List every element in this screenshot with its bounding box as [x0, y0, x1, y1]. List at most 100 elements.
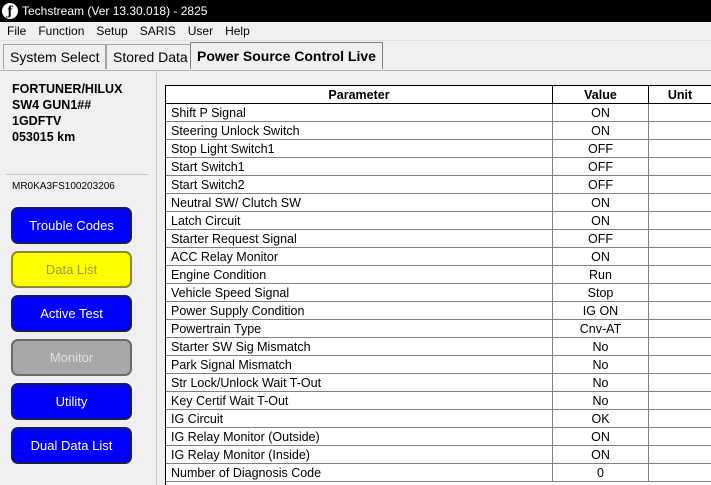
- unit-cell: [649, 374, 711, 392]
- active-test-button[interactable]: Active Test: [11, 295, 132, 332]
- title-bar: ƒ Techstream (Ver 13.30.018) - 2825: [0, 0, 711, 22]
- table-header: Parameter Value Unit: [166, 86, 711, 104]
- parameter-cell: Power Supply Condition: [166, 302, 553, 320]
- menu-user[interactable]: User: [181, 24, 218, 38]
- menu-setup[interactable]: Setup: [89, 24, 132, 38]
- unit-cell: [649, 392, 711, 410]
- table-row[interactable]: Start Switch2 OFF: [166, 176, 711, 194]
- parameter-cell: Powertrain Type: [166, 320, 553, 338]
- table-row[interactable]: IG Circuit OK: [166, 410, 711, 428]
- table-row[interactable]: Starter Request Signal OFF: [166, 230, 711, 248]
- value-cell: ON: [553, 248, 649, 266]
- parameter-cell: ACC Relay Monitor: [166, 248, 553, 266]
- parameter-cell: Starter Request Signal: [166, 230, 553, 248]
- parameter-cell: Engine Condition: [166, 266, 553, 284]
- monitor-button[interactable]: Monitor: [11, 339, 132, 376]
- window-title: Techstream (Ver 13.30.018) - 2825: [22, 4, 208, 18]
- vehicle-sidebar: FORTUNER/HILUX SW4 GUN1## 1GDFTV 053015 …: [0, 70, 157, 485]
- parameter-cell: Start Switch2: [166, 176, 553, 194]
- menu-bar: File Function Setup SARIS User Help: [0, 22, 711, 41]
- table-row[interactable]: Shift P Signal ON: [166, 104, 711, 122]
- table-row[interactable]: Steering Unlock Switch ON: [166, 122, 711, 140]
- table-row[interactable]: Key Certif Wait T-Out No: [166, 392, 711, 410]
- vehicle-info: FORTUNER/HILUX SW4 GUN1## 1GDFTV 053015 …: [12, 81, 122, 145]
- value-cell: Cnv-AT: [553, 320, 649, 338]
- parameter-cell: Vehicle Speed Signal: [166, 284, 553, 302]
- table-row[interactable]: Park Signal Mismatch No: [166, 356, 711, 374]
- tab-stored-data[interactable]: Stored Data: [106, 44, 195, 69]
- unit-cell: [649, 194, 711, 212]
- vehicle-engine: 1GDFTV: [12, 114, 62, 128]
- value-cell: Run: [553, 266, 649, 284]
- table-row[interactable]: Vehicle Speed Signal Stop: [166, 284, 711, 302]
- tab-bar: System Select Stored Data Power Source C…: [0, 41, 711, 70]
- unit-cell: [649, 446, 711, 464]
- unit-cell: [649, 284, 711, 302]
- tab-system-select[interactable]: System Select: [3, 44, 107, 69]
- table-row[interactable]: Power Supply Condition IG ON: [166, 302, 711, 320]
- vehicle-model-line1: FORTUNER/HILUX: [12, 82, 123, 96]
- column-header-value[interactable]: Value: [553, 86, 649, 104]
- value-cell: Stop: [553, 284, 649, 302]
- unit-cell: [649, 266, 711, 284]
- table-row[interactable]: Number of Diagnosis Code 0: [166, 464, 711, 482]
- value-cell: ON: [553, 428, 649, 446]
- parameter-cell: Shift P Signal: [166, 104, 553, 122]
- column-header-parameter[interactable]: Parameter: [166, 86, 553, 104]
- vehicle-model-line2: SW4 GUN1##: [12, 98, 92, 112]
- parameter-cell: IG Relay Monitor (Inside): [166, 446, 553, 464]
- column-header-unit[interactable]: Unit: [649, 86, 711, 104]
- table-row[interactable]: Start Switch1 OFF: [166, 158, 711, 176]
- value-cell: ON: [553, 122, 649, 140]
- table-row[interactable]: IG Relay Monitor (Outside) ON: [166, 428, 711, 446]
- value-cell: ON: [553, 212, 649, 230]
- menu-function[interactable]: Function: [31, 24, 89, 38]
- table-row[interactable]: Starter SW Sig Mismatch No: [166, 338, 711, 356]
- parameter-cell: Stop Light Switch1: [166, 140, 553, 158]
- menu-file[interactable]: File: [0, 24, 31, 38]
- value-cell: No: [553, 338, 649, 356]
- parameter-cell: Steering Unlock Switch: [166, 122, 553, 140]
- unit-cell: [649, 104, 711, 122]
- parameter-cell: Str Lock/Unlock Wait T-Out: [166, 374, 553, 392]
- utility-button[interactable]: Utility: [11, 383, 132, 420]
- table-row[interactable]: Powertrain Type Cnv-AT: [166, 320, 711, 338]
- menu-saris[interactable]: SARIS: [133, 24, 181, 38]
- value-cell: OFF: [553, 140, 649, 158]
- table-row[interactable]: Latch Circuit ON: [166, 212, 711, 230]
- divider: [6, 174, 148, 175]
- unit-cell: [649, 410, 711, 428]
- value-cell: OFF: [553, 230, 649, 248]
- dual-data-list-button[interactable]: Dual Data List: [11, 427, 132, 464]
- vehicle-odometer: 053015 km: [12, 130, 76, 144]
- vehicle-vin: MR0KA3FS100203206: [12, 181, 115, 192]
- unit-cell: [649, 428, 711, 446]
- table-row[interactable]: Str Lock/Unlock Wait T-Out No: [166, 374, 711, 392]
- value-cell: OFF: [553, 176, 649, 194]
- table-row[interactable]: Engine Condition Run: [166, 266, 711, 284]
- value-cell: ON: [553, 446, 649, 464]
- unit-cell: [649, 320, 711, 338]
- tab-power-source-control-live[interactable]: Power Source Control Live: [190, 42, 383, 69]
- unit-cell: [649, 176, 711, 194]
- unit-cell: [649, 230, 711, 248]
- value-cell: ON: [553, 194, 649, 212]
- data-list-table[interactable]: Parameter Value Unit Shift P Signal ON Ste…: [165, 85, 711, 485]
- table-row[interactable]: IG Relay Monitor (Inside) ON: [166, 446, 711, 464]
- parameter-cell: IG Circuit: [166, 410, 553, 428]
- parameter-cell: Starter SW Sig Mismatch: [166, 338, 553, 356]
- app-logo-icon[interactable]: ƒ: [2, 3, 18, 19]
- unit-cell: [649, 356, 711, 374]
- table-row[interactable]: Neutral SW/ Clutch SW ON: [166, 194, 711, 212]
- data-list-button[interactable]: Data List: [11, 251, 132, 288]
- unit-cell: [649, 140, 711, 158]
- value-cell: ON: [553, 104, 649, 122]
- value-cell: OK: [553, 410, 649, 428]
- value-cell: 0: [553, 464, 649, 482]
- table-row[interactable]: ACC Relay Monitor ON: [166, 248, 711, 266]
- menu-help[interactable]: Help: [218, 24, 255, 38]
- trouble-codes-button[interactable]: Trouble Codes: [11, 207, 132, 244]
- value-cell: No: [553, 374, 649, 392]
- table-row[interactable]: Stop Light Switch1 OFF: [166, 140, 711, 158]
- parameter-cell: Key Certif Wait T-Out: [166, 392, 553, 410]
